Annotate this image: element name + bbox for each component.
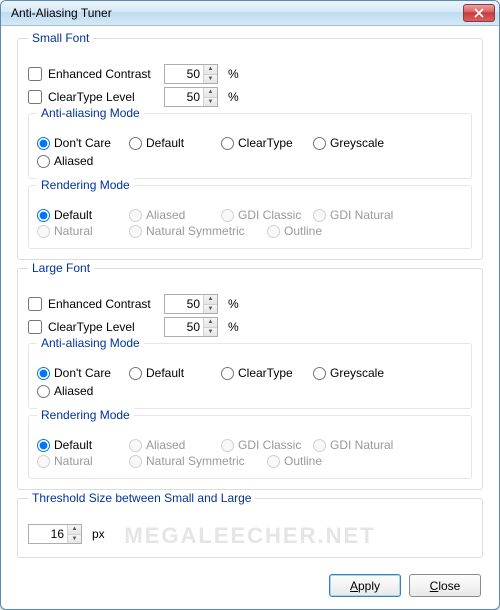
large-render-natural[interactable]: Natural — [37, 454, 121, 468]
spinner-down-icon[interactable]: ▼ — [68, 535, 81, 544]
titlebar: Anti-Aliasing Tuner — [1, 1, 499, 26]
large-render-gdi-natural[interactable]: GDI Natural — [313, 438, 397, 452]
large-enhanced-spinner[interactable]: ▲ ▼ — [164, 294, 218, 314]
small-font-group: Small Font Enhanced Contrast ▲ ▼ % Clear… — [17, 38, 483, 260]
threshold-input[interactable] — [29, 525, 67, 543]
large-aa-legend: Anti-aliasing Mode — [37, 336, 144, 350]
small-render-outline[interactable]: Outline — [267, 224, 351, 238]
content-area: Small Font Enhanced Contrast ▲ ▼ % Clear… — [1, 26, 499, 609]
spinner-up-icon[interactable]: ▲ — [204, 88, 217, 98]
large-cleartype-spinner[interactable]: ▲ ▼ — [164, 317, 218, 337]
large-cleartype-unit: % — [228, 320, 239, 334]
large-aa-options: Don't Care Default ClearType Greyscale A… — [37, 366, 463, 398]
small-aa-options: Don't Care Default ClearType Greyscale A… — [37, 136, 463, 168]
small-cleartype-row: ClearType Level ▲ ▼ % — [28, 87, 472, 107]
large-enhanced-row: Enhanced Contrast ▲ ▼ % — [28, 294, 472, 314]
small-render-natural-symmetric[interactable]: Natural Symmetric — [129, 224, 259, 238]
large-cleartype-row: ClearType Level ▲ ▼ % — [28, 317, 472, 337]
spinner-down-icon[interactable]: ▼ — [204, 305, 217, 314]
large-render-group: Rendering Mode Default Aliased GDI Class… — [28, 415, 472, 479]
large-aa-group: Anti-aliasing Mode Don't Care Default Cl… — [28, 343, 472, 409]
small-aa-dontcare[interactable]: Don't Care — [37, 136, 121, 150]
spinner-down-icon[interactable]: ▼ — [204, 328, 217, 337]
small-enhanced-label: Enhanced Contrast — [48, 67, 158, 81]
small-aa-group: Anti-aliasing Mode Don't Care Default Cl… — [28, 113, 472, 179]
small-enhanced-checkbox[interactable] — [28, 67, 42, 81]
large-font-group: Large Font Enhanced Contrast ▲ ▼ % Clear… — [17, 268, 483, 490]
small-render-aliased[interactable]: Aliased — [129, 208, 213, 222]
small-cleartype-unit: % — [228, 90, 239, 104]
small-aa-aliased[interactable]: Aliased — [37, 154, 121, 168]
small-aa-greyscale[interactable]: Greyscale — [313, 136, 397, 150]
spinner-up-icon[interactable]: ▲ — [68, 525, 81, 535]
close-label-rest: lose — [438, 579, 460, 593]
threshold-row: ▲ ▼ px — [28, 524, 472, 544]
spinner-down-icon[interactable]: ▼ — [204, 75, 217, 84]
small-render-gdi-classic[interactable]: GDI Classic — [221, 208, 305, 222]
small-aa-default[interactable]: Default — [129, 136, 213, 150]
large-aa-default[interactable]: Default — [129, 366, 213, 380]
large-cleartype-checkbox[interactable] — [28, 320, 42, 334]
small-render-natural[interactable]: Natural — [37, 224, 121, 238]
button-bar: Apply Close — [17, 566, 483, 599]
apply-button[interactable]: Apply — [329, 574, 401, 597]
spinner-down-icon[interactable]: ▼ — [204, 98, 217, 107]
small-aa-cleartype[interactable]: ClearType — [221, 136, 305, 150]
small-font-legend: Small Font — [28, 31, 93, 45]
close-button[interactable]: Close — [409, 574, 481, 597]
small-render-row1: Default Aliased GDI Classic GDI Natural — [37, 208, 463, 222]
large-enhanced-input[interactable] — [165, 295, 203, 313]
small-cleartype-checkbox[interactable] — [28, 90, 42, 104]
small-enhanced-unit: % — [228, 67, 239, 81]
large-enhanced-label: Enhanced Contrast — [48, 297, 158, 311]
large-aa-cleartype[interactable]: ClearType — [221, 366, 305, 380]
small-render-gdi-natural[interactable]: GDI Natural — [313, 208, 397, 222]
large-render-row1: Default Aliased GDI Classic GDI Natural — [37, 438, 463, 452]
small-render-legend: Rendering Mode — [37, 178, 134, 192]
threshold-group: Threshold Size between Small and Large ▲… — [17, 498, 483, 558]
large-render-default[interactable]: Default — [37, 438, 121, 452]
close-icon[interactable] — [463, 4, 495, 22]
small-aa-legend: Anti-aliasing Mode — [37, 106, 144, 120]
spinner-up-icon[interactable]: ▲ — [204, 65, 217, 75]
large-render-row2: Natural Natural Symmetric Outline — [37, 454, 463, 468]
large-font-legend: Large Font — [28, 261, 94, 275]
large-cleartype-input[interactable] — [165, 318, 203, 336]
large-enhanced-unit: % — [228, 297, 239, 311]
large-render-legend: Rendering Mode — [37, 408, 134, 422]
small-render-group: Rendering Mode Default Aliased GDI Class… — [28, 185, 472, 249]
dialog-window: Anti-Aliasing Tuner Small Font Enhanced … — [0, 0, 500, 610]
spinner-up-icon[interactable]: ▲ — [204, 295, 217, 305]
large-aa-greyscale[interactable]: Greyscale — [313, 366, 397, 380]
small-cleartype-spinner[interactable]: ▲ ▼ — [164, 87, 218, 107]
small-enhanced-input[interactable] — [165, 65, 203, 83]
large-enhanced-checkbox[interactable] — [28, 297, 42, 311]
threshold-spinner[interactable]: ▲ ▼ — [28, 524, 82, 544]
threshold-unit: px — [92, 527, 105, 541]
small-cleartype-input[interactable] — [165, 88, 203, 106]
large-render-gdi-classic[interactable]: GDI Classic — [221, 438, 305, 452]
small-render-row2: Natural Natural Symmetric Outline — [37, 224, 463, 238]
small-cleartype-label: ClearType Level — [48, 90, 158, 104]
spinner-up-icon[interactable]: ▲ — [204, 318, 217, 328]
large-render-natural-symmetric[interactable]: Natural Symmetric — [129, 454, 259, 468]
large-render-outline[interactable]: Outline — [267, 454, 351, 468]
window-title: Anti-Aliasing Tuner — [11, 6, 463, 20]
large-aa-aliased[interactable]: Aliased — [37, 384, 121, 398]
apply-label-rest: pply — [358, 579, 380, 593]
small-render-default[interactable]: Default — [37, 208, 121, 222]
large-aa-dontcare[interactable]: Don't Care — [37, 366, 121, 380]
threshold-legend: Threshold Size between Small and Large — [28, 491, 255, 505]
small-enhanced-spinner[interactable]: ▲ ▼ — [164, 64, 218, 84]
large-cleartype-label: ClearType Level — [48, 320, 158, 334]
small-enhanced-row: Enhanced Contrast ▲ ▼ % — [28, 64, 472, 84]
large-render-aliased[interactable]: Aliased — [129, 438, 213, 452]
